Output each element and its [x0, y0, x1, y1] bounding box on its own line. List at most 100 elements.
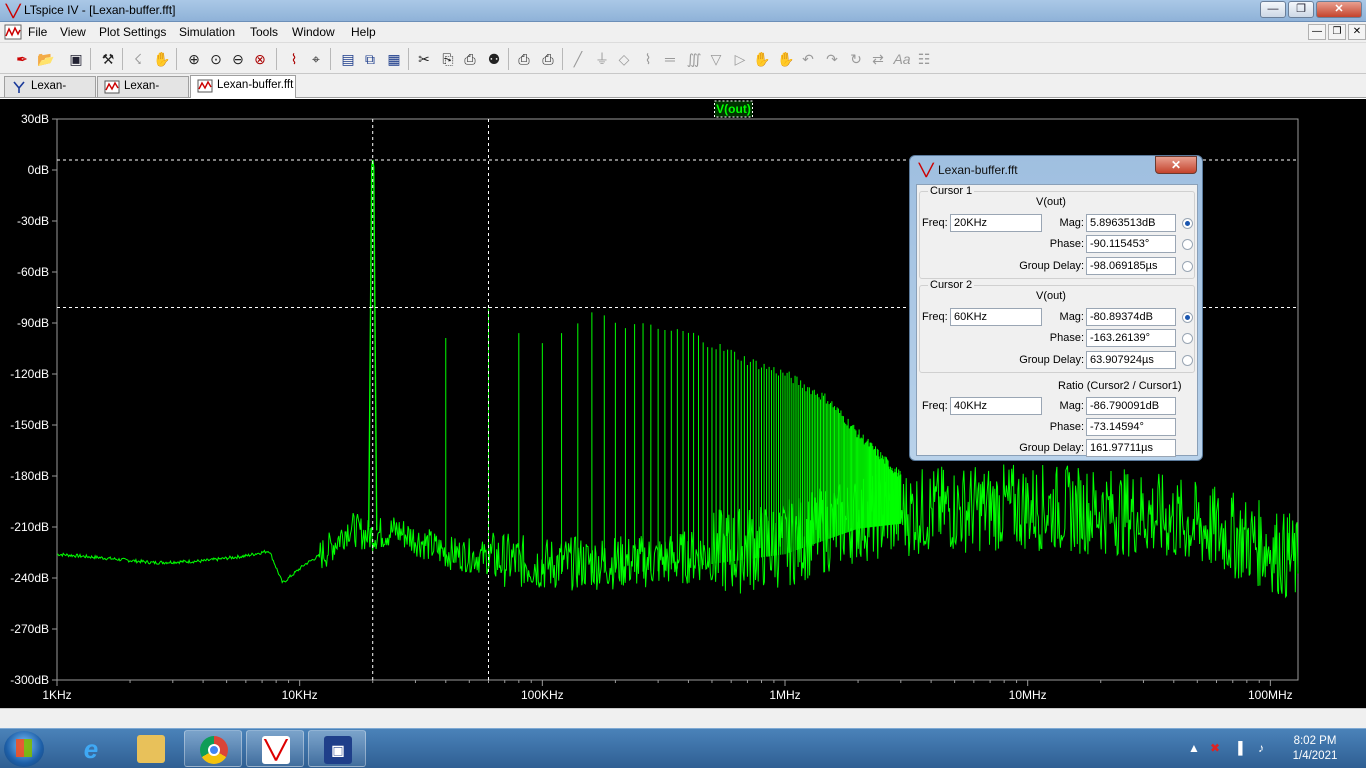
- tab-fft[interactable]: Lexan-buffer.fft: [190, 75, 296, 98]
- cursor2-mag-radio[interactable]: [1182, 312, 1193, 323]
- cursor1-gd-field[interactable]: -98.069185µs: [1086, 257, 1176, 275]
- system-clock[interactable]: 8:02 PM 1/4/2021: [1285, 734, 1345, 764]
- cursor1-freq-field[interactable]: 20KHz: [950, 214, 1042, 232]
- cursor2-phase-radio[interactable]: [1182, 333, 1193, 344]
- tab-label: Lexan-buffer.fft: [217, 79, 294, 91]
- capacitor-icon[interactable]: ═: [660, 49, 680, 69]
- cursor1-phase-field[interactable]: -90.115453°: [1086, 235, 1176, 253]
- maximize-button[interactable]: ❐: [1288, 1, 1314, 18]
- run-icon[interactable]: ☇: [128, 49, 148, 69]
- cursor-window[interactable]: ╲╱ Lexan-buffer.fft ✕ Cursor 1 V(out) Fr…: [909, 155, 1203, 461]
- text-icon[interactable]: Aa: [892, 49, 912, 69]
- menu-help[interactable]: Help: [351, 25, 376, 39]
- network-error-icon[interactable]: ✖: [1210, 741, 1220, 755]
- y-tick-label: 0dB: [28, 163, 49, 177]
- cursor1-mag-field[interactable]: 5.8963513dB: [1086, 214, 1176, 232]
- taskbar-file-explorer[interactable]: [122, 730, 180, 767]
- cursor1-mag-radio[interactable]: [1182, 218, 1193, 229]
- cursor-window-close-button[interactable]: ✕: [1155, 156, 1197, 174]
- zoom-in-icon[interactable]: ⊕: [184, 49, 204, 69]
- cursor2-phase-field[interactable]: -163.26139°: [1086, 329, 1176, 347]
- control-panel-icon[interactable]: ⚒: [98, 49, 118, 69]
- tile-icon[interactable]: ▦: [384, 49, 404, 69]
- zoom-cancel-icon[interactable]: ⊗: [250, 49, 270, 69]
- spice-directive-icon[interactable]: ☷: [914, 49, 934, 69]
- ratio-gd-field[interactable]: 161.97711µs: [1086, 439, 1176, 457]
- tile-vertical-icon[interactable]: ▤: [338, 49, 358, 69]
- ground-icon[interactable]: ⏚: [592, 49, 612, 69]
- tab-schematic[interactable]: Lexan-buffer: [4, 76, 96, 111]
- menu-simulation[interactable]: Simulation: [179, 25, 235, 39]
- menu-file[interactable]: File: [28, 25, 47, 39]
- mirror-icon[interactable]: ⇄: [868, 49, 888, 69]
- show-hidden-icons-icon[interactable]: ▲: [1188, 741, 1200, 755]
- print-icon[interactable]: ⎙: [538, 49, 558, 69]
- save-icon[interactable]: ▣: [66, 49, 86, 69]
- new-schematic-icon[interactable]: ✒: [12, 49, 32, 69]
- undo-icon[interactable]: ↶: [798, 49, 818, 69]
- menu-view[interactable]: View: [60, 25, 86, 39]
- cursor2-freq-field[interactable]: 60KHz: [950, 308, 1042, 326]
- minimize-button[interactable]: —: [1260, 1, 1286, 18]
- cascade-icon[interactable]: ⧉: [360, 49, 380, 69]
- signal-icon[interactable]: ▐: [1234, 741, 1243, 755]
- internet-explorer-icon: e: [83, 734, 99, 764]
- cut-icon[interactable]: ✂: [414, 49, 434, 69]
- x-tick-label: 1MHz: [769, 688, 800, 702]
- autorange-icon[interactable]: ⌇: [284, 49, 304, 69]
- rotate-icon[interactable]: ↻: [846, 49, 866, 69]
- ratio-phase-field[interactable]: -73.14594°: [1086, 418, 1176, 436]
- taskbar-internet-explorer[interactable]: e: [62, 730, 120, 767]
- cursor1-phase-radio[interactable]: [1182, 239, 1193, 250]
- cursor2-mag-field[interactable]: -80.89374dB: [1086, 308, 1176, 326]
- y-tick-label: -240dB: [10, 571, 49, 585]
- cursor2-gd-radio[interactable]: [1182, 355, 1193, 366]
- cursor2-gd-field[interactable]: 63.907924µs: [1086, 351, 1176, 369]
- paste-icon[interactable]: ⎙: [460, 49, 480, 69]
- ltspice-logo-icon: ╲╱: [6, 4, 21, 18]
- x-tick-label: 10KHz: [282, 688, 318, 702]
- waveform-icon: [104, 80, 120, 94]
- mdi-restore-button[interactable]: ❐: [1328, 24, 1346, 40]
- mdi-close-button[interactable]: ✕: [1348, 24, 1366, 40]
- resistor-icon[interactable]: ⌇: [638, 49, 658, 69]
- trace-label: V(out): [716, 102, 751, 116]
- print-preview-icon[interactable]: ⎙: [514, 49, 534, 69]
- zoom-out-icon[interactable]: ⊖: [228, 49, 248, 69]
- pick-trace-icon[interactable]: ⌖: [306, 49, 326, 69]
- wire-icon[interactable]: ╱: [568, 49, 588, 69]
- cursor1-gd-radio[interactable]: [1182, 261, 1193, 272]
- drag-icon[interactable]: ✋: [776, 49, 796, 69]
- move-icon[interactable]: ✋: [752, 49, 772, 69]
- status-bar: [0, 708, 1366, 728]
- menu-window[interactable]: Window: [292, 25, 335, 39]
- diode-icon[interactable]: ▽: [706, 49, 726, 69]
- start-button[interactable]: [4, 731, 44, 767]
- ltspice-icon: ╲╱: [262, 736, 290, 764]
- taskbar-save-disk[interactable]: ▣: [308, 730, 366, 767]
- clock-time: 8:02 PM: [1293, 735, 1337, 747]
- cursor1-gd-label: Group Delay:: [1019, 260, 1084, 272]
- mdi-minimize-button[interactable]: —: [1308, 24, 1326, 40]
- label-net-icon[interactable]: ◇: [614, 49, 634, 69]
- tab-waveform[interactable]: Lexan-buffer: [97, 76, 189, 111]
- inductor-icon[interactable]: ∭: [684, 49, 704, 69]
- taskbar-chrome[interactable]: [184, 730, 242, 767]
- menu-plot-settings[interactable]: Plot Settings: [99, 25, 166, 39]
- pan-icon[interactable]: ✋: [152, 49, 172, 69]
- file-explorer-icon: [137, 735, 165, 763]
- component-icon[interactable]: ▷: [730, 49, 750, 69]
- x-tick-label: 1KHz: [42, 688, 71, 702]
- menu-tools[interactable]: Tools: [250, 25, 278, 39]
- taskbar-ltspice[interactable]: ╲╱: [246, 730, 304, 767]
- zoom-area-icon[interactable]: ⊙: [206, 49, 226, 69]
- ratio-mag-field[interactable]: -86.790091dB: [1086, 397, 1176, 415]
- ratio-freq-field[interactable]: 40KHz: [950, 397, 1042, 415]
- find-icon[interactable]: ⚉: [484, 49, 504, 69]
- open-icon[interactable]: 📂: [36, 49, 56, 69]
- close-button[interactable]: ✕: [1316, 1, 1362, 18]
- copy-icon[interactable]: ⎘: [438, 49, 458, 69]
- volume-icon[interactable]: ♪: [1258, 741, 1264, 755]
- cursor-window-title: Lexan-buffer.fft: [938, 163, 1018, 177]
- redo-icon[interactable]: ↷: [822, 49, 842, 69]
